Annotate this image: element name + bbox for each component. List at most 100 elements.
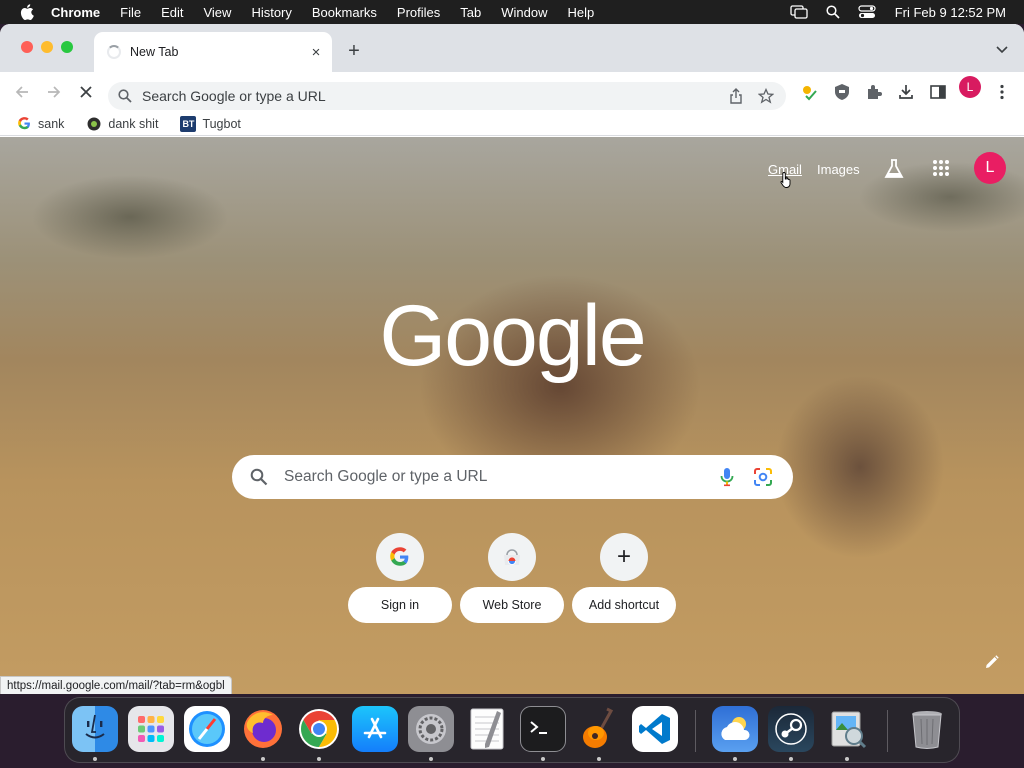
side-panel-icon[interactable] xyxy=(928,82,948,102)
puzzle-extensions-icon[interactable] xyxy=(864,82,884,102)
chrome-running-indicator xyxy=(317,757,321,761)
bookmark-favicon-icon xyxy=(86,116,102,132)
plus-icon[interactable]: + xyxy=(600,533,648,581)
bookmark-tugbot[interactable]: BT Tugbot xyxy=(180,115,241,132)
terminal-running-indicator xyxy=(541,757,545,761)
new-tab-page: Gmail Images L Google Search Google or t… xyxy=(0,137,1024,694)
tab-close-button[interactable]: × xyxy=(308,44,324,61)
steam-icon[interactable] xyxy=(768,706,814,752)
menubar-history[interactable]: History xyxy=(251,5,291,20)
garageband-icon[interactable] xyxy=(576,706,622,752)
dock-separator xyxy=(695,710,696,752)
launchpad-icon[interactable] xyxy=(128,706,174,752)
firefox-running-indicator xyxy=(261,757,265,761)
kebab-menu-icon[interactable] xyxy=(992,82,1012,102)
search-icon xyxy=(250,467,270,487)
preview-icon[interactable] xyxy=(824,706,870,752)
dock-separator-trash xyxy=(887,710,888,752)
shortcut-sign-in-icon[interactable] xyxy=(376,533,424,581)
share-icon[interactable] xyxy=(726,86,746,106)
shortcut-add-shortcut[interactable]: Add shortcut xyxy=(572,587,676,623)
bookmark-dank-shit[interactable]: dank shit xyxy=(86,116,158,132)
apple-menu-icon[interactable] xyxy=(19,4,35,20)
forward-button[interactable] xyxy=(42,80,66,104)
ntp-account-avatar[interactable]: L xyxy=(974,152,1006,184)
steam-running-indicator xyxy=(789,757,793,761)
menubar-window[interactable]: Window xyxy=(501,5,547,20)
menubar-app-name[interactable]: Chrome xyxy=(51,5,100,20)
safari-icon[interactable] xyxy=(184,706,230,752)
google-logo: Google xyxy=(379,288,646,384)
settings-running-indicator xyxy=(429,757,433,761)
omnibox-search-icon xyxy=(118,88,134,104)
window-close-button[interactable] xyxy=(21,41,33,53)
garageband-running-indicator xyxy=(597,757,601,761)
bookmark-label: dank shit xyxy=(108,116,159,131)
tab-search-chevron-icon[interactable] xyxy=(994,42,1010,56)
images-link[interactable]: Images xyxy=(817,162,860,177)
menubar-profiles[interactable]: Profiles xyxy=(397,5,440,20)
window-minimize-button[interactable] xyxy=(41,41,53,53)
search-labs-icon[interactable] xyxy=(883,158,905,180)
control-center-icon[interactable] xyxy=(857,4,877,20)
shield-extension-icon[interactable] xyxy=(832,82,852,102)
weather-icon[interactable] xyxy=(712,706,758,752)
bookmark-label: Tugbot xyxy=(202,116,241,131)
voice-search-mic-icon[interactable] xyxy=(717,466,737,488)
menubar-view[interactable]: View xyxy=(203,5,231,20)
tab-new-tab[interactable]: New Tab × xyxy=(94,32,332,72)
bt-favicon-icon: BT xyxy=(180,115,197,132)
chrome-window: New Tab × + Search Google or type a URL xyxy=(0,24,1024,694)
bookmark-star-icon[interactable] xyxy=(756,86,776,106)
bookmark-label: sank xyxy=(38,116,65,131)
google-apps-icon[interactable] xyxy=(932,159,952,179)
macos-dock xyxy=(64,697,960,763)
bookmarks-bar: sank dank shit BT Tugbot xyxy=(0,112,1024,136)
stop-loading-button[interactable] xyxy=(74,80,98,104)
hand-pointer-cursor-icon xyxy=(780,171,794,189)
ntp-search-input[interactable]: Search Google or type a URL xyxy=(284,468,717,486)
finder-icon[interactable] xyxy=(72,706,118,752)
loading-spinner-icon xyxy=(107,45,121,59)
finder-running-indicator xyxy=(93,757,97,761)
app-store-icon[interactable] xyxy=(352,706,398,752)
system-settings-icon[interactable] xyxy=(408,706,454,752)
toolbar-profile-avatar[interactable]: L xyxy=(959,76,981,98)
bookmark-sank[interactable]: sank xyxy=(16,116,64,132)
window-zoom-button[interactable] xyxy=(61,41,73,53)
browser-toolbar: Search Google or type a URL xyxy=(0,72,1024,112)
screen-mirroring-icon[interactable] xyxy=(789,4,809,20)
tab-strip: New Tab × + xyxy=(0,24,1024,72)
menubar-edit[interactable]: Edit xyxy=(161,5,183,20)
back-button[interactable] xyxy=(10,80,34,104)
menubar-tab[interactable]: Tab xyxy=(460,5,481,20)
menubar-clock[interactable]: Fri Feb 9 12:52 PM xyxy=(895,5,1006,20)
bt-favicon-text: BT xyxy=(182,118,195,129)
omnibox[interactable]: Search Google or type a URL xyxy=(108,82,786,110)
menubar-help[interactable]: Help xyxy=(568,5,595,20)
google-lens-icon[interactable] xyxy=(753,467,773,487)
download-icon[interactable] xyxy=(896,82,916,102)
link-status-bubble: https://mail.google.com/mail/?tab=rm&ogb… xyxy=(0,676,232,694)
textedit-icon[interactable] xyxy=(464,706,510,752)
menubar-file[interactable]: File xyxy=(120,5,141,20)
trash-icon[interactable] xyxy=(904,706,950,752)
menubar-bookmarks[interactable]: Bookmarks xyxy=(312,5,377,20)
web-store-icon[interactable] xyxy=(488,533,536,581)
shortcut-sign-in[interactable]: Sign in xyxy=(348,587,452,623)
weather-running-indicator xyxy=(733,757,737,761)
extension-colorful-icon[interactable] xyxy=(799,82,819,102)
customize-pencil-icon[interactable] xyxy=(985,655,999,669)
shortcut-web-store[interactable]: Web Store xyxy=(460,587,564,623)
google-g-icon xyxy=(16,116,32,132)
tab-title: New Tab xyxy=(130,45,179,59)
firefox-icon[interactable] xyxy=(240,706,286,752)
google-chrome-icon[interactable] xyxy=(296,706,342,752)
terminal-icon[interactable] xyxy=(520,706,566,752)
visual-studio-code-icon[interactable] xyxy=(632,706,678,752)
spotlight-search-icon[interactable] xyxy=(823,4,843,20)
omnibox-input[interactable]: Search Google or type a URL xyxy=(142,88,726,104)
macos-menubar: Chrome File Edit View History Bookmarks … xyxy=(0,0,1024,24)
new-tab-button[interactable]: + xyxy=(343,40,365,62)
ntp-search-box[interactable]: Search Google or type a URL xyxy=(232,455,793,499)
